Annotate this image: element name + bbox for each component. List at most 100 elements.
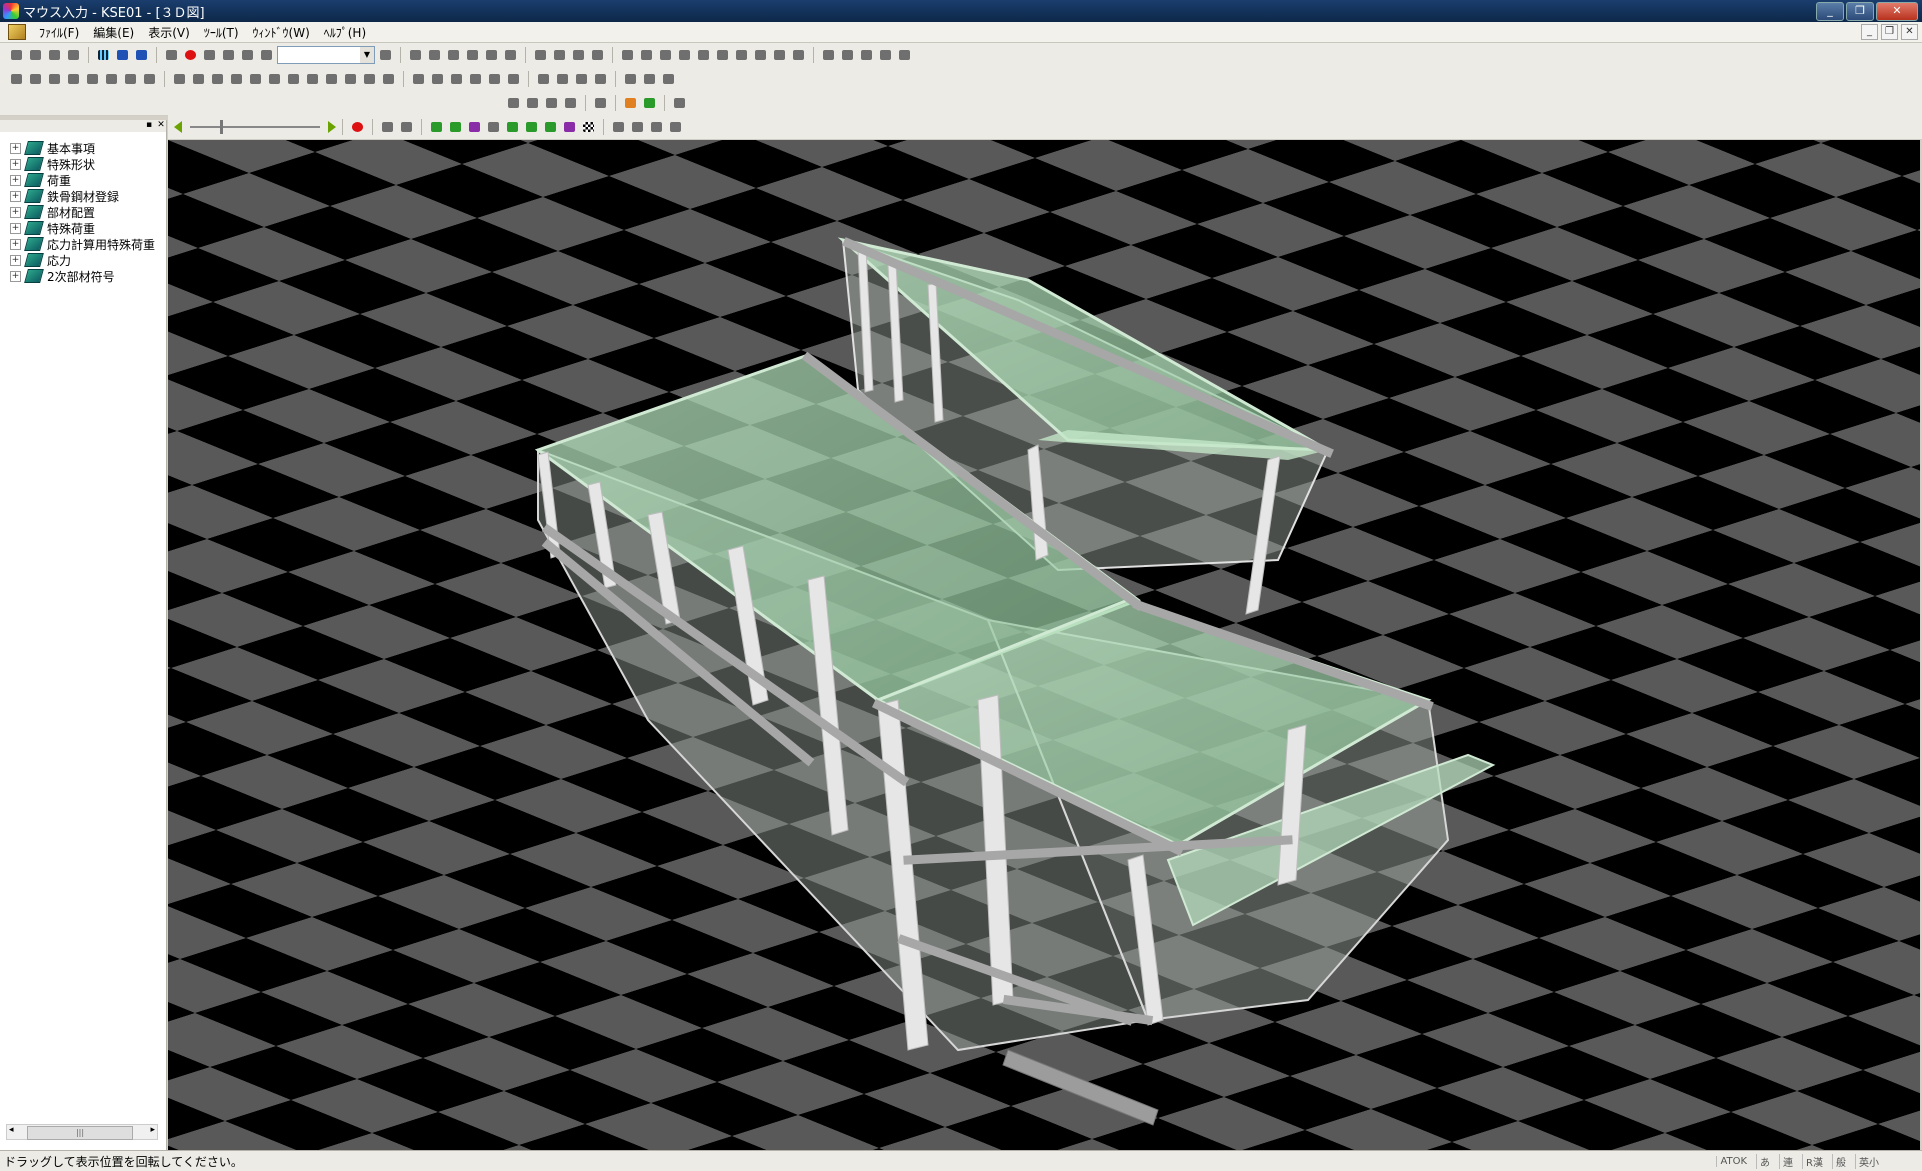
show-wall-icon[interactable] <box>485 119 502 135</box>
close-icon[interactable]: ✕ <box>156 120 166 130</box>
label-icon[interactable] <box>543 95 560 111</box>
panel-icon[interactable] <box>671 95 688 111</box>
light-alt-icon[interactable] <box>629 119 646 135</box>
view-select[interactable]: ▼ <box>277 46 375 64</box>
member-icon[interactable] <box>532 47 549 63</box>
frame-alt-icon[interactable] <box>429 71 446 87</box>
show-frame-icon[interactable] <box>523 119 540 135</box>
show-brace-icon[interactable] <box>504 119 521 135</box>
shape-icon[interactable] <box>209 71 226 87</box>
redo-icon[interactable] <box>377 47 394 63</box>
foundation-alt-icon[interactable] <box>554 71 571 87</box>
document-icon[interactable] <box>8 24 26 40</box>
ime-continuous[interactable]: 連 <box>1779 1153 1796 1169</box>
girder-icon[interactable] <box>27 71 44 87</box>
shape-h-icon[interactable] <box>361 71 378 87</box>
shape-c-icon[interactable] <box>266 71 283 87</box>
shape-d-icon[interactable] <box>285 71 302 87</box>
3d-view-icon[interactable] <box>133 47 150 63</box>
check-icon[interactable] <box>820 47 837 63</box>
grid-line-icon[interactable] <box>464 47 481 63</box>
expand-icon[interactable]: + <box>10 158 21 170</box>
expand-icon[interactable]: + <box>10 190 21 202</box>
show-opening-icon[interactable] <box>561 119 578 135</box>
close-button[interactable]: ✕ <box>1876 2 1918 21</box>
opening-icon[interactable] <box>84 71 101 87</box>
ime-atok[interactable]: ATOK <box>1716 1155 1750 1167</box>
target-icon[interactable] <box>657 47 674 63</box>
horizontal-scrollbar[interactable]: ◂ ||| ▸ <box>6 1124 158 1140</box>
rotate-icon[interactable] <box>483 47 500 63</box>
stair-alt-icon[interactable] <box>486 71 503 87</box>
table-icon[interactable] <box>502 47 519 63</box>
slab-icon[interactable] <box>570 47 587 63</box>
expand-icon[interactable]: + <box>10 238 21 250</box>
zoom-icon[interactable] <box>163 47 180 63</box>
roof-icon[interactable] <box>448 71 465 87</box>
section-icon[interactable] <box>641 71 658 87</box>
menu-file[interactable]: ﾌｧｲﾙ(F) <box>32 24 86 41</box>
list-icon[interactable] <box>592 95 609 111</box>
rotation-slider[interactable] <box>174 120 336 134</box>
scrollbar-thumb[interactable]: ||| <box>27 1126 133 1140</box>
anchor-alt-icon[interactable] <box>592 71 609 87</box>
minimize-button[interactable]: _ <box>1816 2 1844 21</box>
shape-i-icon[interactable] <box>380 71 397 87</box>
fit-view-icon[interactable] <box>641 95 658 111</box>
pan-hand-icon[interactable] <box>201 47 218 63</box>
expand-icon[interactable]: + <box>10 174 21 186</box>
arrow-left-icon[interactable] <box>174 121 182 133</box>
ime-kanji[interactable]: R漢 <box>1802 1153 1826 1169</box>
color-grid-icon[interactable] <box>622 95 639 111</box>
light-icon[interactable] <box>610 119 627 135</box>
mdi-minimize-button[interactable]: _ <box>1861 24 1878 40</box>
brace-alt-icon[interactable] <box>752 47 769 63</box>
mdi-restore-button[interactable]: ❐ <box>1881 24 1898 40</box>
triangle-icon[interactable] <box>622 71 639 87</box>
show-box-icon[interactable] <box>542 119 559 135</box>
menu-help[interactable]: ﾍﾙﾌﾟ(H) <box>317 24 373 41</box>
solid-icon[interactable] <box>122 71 139 87</box>
block-icon[interactable] <box>619 47 636 63</box>
wall-icon[interactable] <box>589 47 606 63</box>
scroll-right-icon[interactable]: ▸ <box>150 1125 155 1135</box>
expand-icon[interactable]: + <box>10 142 21 154</box>
slider-thumb[interactable] <box>220 120 223 134</box>
node-multi-icon[interactable] <box>426 47 443 63</box>
chevron-down-icon[interactable]: ▼ <box>360 47 374 63</box>
shape-b-icon[interactable] <box>247 71 264 87</box>
point-icon[interactable] <box>676 47 693 63</box>
expand-icon[interactable]: + <box>10 270 21 282</box>
section-alt-icon[interactable] <box>660 71 677 87</box>
print-icon[interactable] <box>27 47 44 63</box>
brace-icon[interactable] <box>733 47 750 63</box>
solid-alt-icon[interactable] <box>141 71 158 87</box>
check-alt-icon[interactable] <box>839 47 856 63</box>
ime-general[interactable]: 般 <box>1832 1153 1849 1169</box>
tree-item[interactable]: + 基本事項 <box>10 140 155 156</box>
tree-item[interactable]: + 2次部材符号 <box>10 268 155 284</box>
undo-icon[interactable] <box>258 47 275 63</box>
show-beam-icon[interactable] <box>447 119 464 135</box>
checker-floor-icon[interactable] <box>580 119 597 135</box>
3d-viewport[interactable] <box>168 140 1920 1150</box>
block-alt-icon[interactable] <box>638 47 655 63</box>
show-column-icon[interactable] <box>428 119 445 135</box>
pin-icon[interactable]: ▪ <box>144 120 154 130</box>
stair-icon[interactable] <box>467 71 484 87</box>
show-slab-icon[interactable] <box>466 119 483 135</box>
up-level-icon[interactable] <box>505 95 522 111</box>
beam-icon[interactable] <box>551 47 568 63</box>
support-icon[interactable] <box>771 47 788 63</box>
camera-icon[interactable] <box>648 119 665 135</box>
axis-icon[interactable] <box>445 47 462 63</box>
label-alt-icon[interactable] <box>562 95 579 111</box>
tree-item[interactable]: + 鉄骨鋼材登録 <box>10 188 155 204</box>
frame-icon[interactable] <box>410 71 427 87</box>
shape-f-icon[interactable] <box>323 71 340 87</box>
foundation-icon[interactable] <box>535 71 552 87</box>
tree-item[interactable]: + 特殊荷重 <box>10 220 155 236</box>
menu-tools[interactable]: ﾂｰﾙ(T) <box>197 24 246 41</box>
load-icon[interactable] <box>695 47 712 63</box>
plan-view-icon[interactable] <box>114 47 131 63</box>
